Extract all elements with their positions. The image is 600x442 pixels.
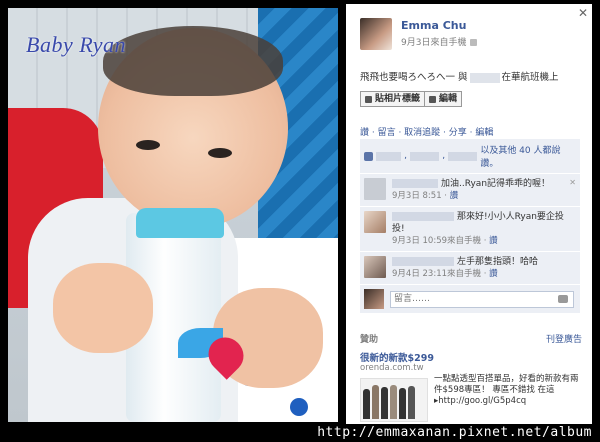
comment-body: 那來好!小小人Ryan要企投投! 9月3日 10:59來自手機 · 讚	[392, 211, 576, 247]
status-text: 飛飛也要喝ろへろへ一 與 在華航班機上	[360, 69, 559, 83]
photo-dot	[290, 398, 308, 416]
ad-image-figure	[363, 389, 370, 419]
comment-close-icon[interactable]: ✕	[569, 178, 576, 187]
own-avatar	[364, 289, 384, 309]
ad-image-figure	[372, 385, 379, 419]
privacy-icon[interactable]	[470, 39, 478, 46]
status-suffix: 在華航班機上	[501, 72, 559, 83]
ad-text[interactable]: 一點點透型百搭單品，好看的新款有兩件$598專區！ 專區不錯找 在這 ▸http…	[434, 374, 582, 407]
like-thumb-icon	[364, 151, 373, 161]
comment-meta: 9月3日 8:51 · 讚	[392, 191, 459, 201]
ad-image-figure	[390, 385, 397, 419]
lightbox-frame: Baby Ryan ✕ Emma Chu 9月3日來自手機 飛飛也要喝ろへろへ一…	[0, 0, 600, 442]
sponsored-header: 贊助 刊登廣告	[360, 332, 582, 345]
comment-like-link[interactable]: 讚	[450, 191, 459, 201]
liker-redacted[interactable]	[448, 151, 478, 161]
sponsored-label: 贊助	[360, 335, 379, 345]
post-panel: ✕ Emma Chu 9月3日來自手機 飛飛也要喝ろへろへ一 與 在華航班機上 貼…	[346, 4, 592, 424]
comment-time[interactable]: 9月3日 10:59來自手機	[392, 236, 481, 246]
comment-input[interactable]	[390, 290, 574, 308]
edit-button[interactable]: 編輯	[425, 91, 463, 107]
photo-baby-eye	[208, 148, 232, 158]
comment-body: 加油..Ryan記得乖乖的喔！ 9月3日 8:51 · 讚	[392, 178, 550, 202]
ad-image[interactable]	[360, 378, 428, 422]
photo-baby-eye	[136, 140, 160, 150]
ad-image-figure	[408, 386, 415, 419]
liker-redacted[interactable]	[375, 151, 402, 161]
tag-photo-label: 貼相片標籤	[375, 94, 421, 104]
tag-photo-button[interactable]: 貼相片標籤	[360, 91, 426, 107]
photo-baby-hand	[53, 263, 153, 353]
comment-like-link[interactable]: 讚	[489, 269, 498, 279]
edit-label: 編輯	[439, 94, 458, 104]
comment-time[interactable]: 9月3日 8:51	[392, 191, 442, 201]
post-timestamp[interactable]: 9月3日來自手機	[401, 38, 466, 48]
pencil-icon	[429, 95, 437, 103]
ad-url[interactable]: orenda.com.tw	[360, 363, 424, 373]
photo-title: Baby Ryan	[26, 32, 127, 57]
author-name[interactable]: Emma Chu	[401, 19, 466, 32]
photo-viewer[interactable]: Baby Ryan	[8, 8, 338, 422]
commenter-name-redacted[interactable]	[392, 179, 438, 188]
ad-image-figure	[381, 387, 388, 419]
commenter-name-redacted[interactable]	[392, 212, 454, 221]
comment-body: 左手那隻指頭！哈哈 9月4日 23:11來自手機 · 讚	[392, 256, 538, 280]
comment-meta: 9月4日 23:11來自手機 · 讚	[392, 269, 498, 279]
camera-icon[interactable]	[558, 295, 568, 303]
commenter-name-redacted[interactable]	[392, 257, 454, 266]
ad-title[interactable]: 很新的新款$299	[360, 350, 434, 364]
status-prefix: 飛飛也要喝ろへろへ一 與	[360, 72, 468, 83]
likes-summary[interactable]: , , 以及其他 40 人都說讚。	[360, 139, 580, 174]
commenter-avatar[interactable]	[364, 256, 386, 278]
comment-item: 加油..Ryan記得乖乖的喔！ 9月3日 8:51 · 讚 ✕	[360, 174, 580, 207]
tag-icon	[365, 95, 372, 103]
comments-box: , , 以及其他 40 人都說讚。 加油..Ryan記得乖乖的喔！ 9月3日 8…	[360, 139, 580, 313]
comment-text: 左手那隻指頭！哈哈	[457, 257, 539, 267]
commenter-avatar[interactable]	[364, 178, 386, 200]
post-meta: 9月3日來自手機	[401, 35, 478, 48]
tagged-friend-redacted[interactable]	[469, 72, 500, 83]
comment-composer	[360, 285, 580, 313]
sponsored-section: 贊助 刊登廣告 很新的新款$299 orenda.com.tw 一點點透型百搭單…	[360, 332, 582, 422]
comment-time[interactable]: 9月4日 23:11來自手機	[392, 269, 481, 279]
commenter-avatar[interactable]	[364, 211, 386, 233]
photo-baby-hair	[103, 26, 283, 96]
close-icon[interactable]: ✕	[578, 6, 588, 20]
create-ad-link[interactable]: 刊登廣告	[546, 332, 582, 345]
photo-actions: 貼相片標籤 編輯	[360, 91, 463, 107]
comment-item: 左手那隻指頭！哈哈 9月4日 23:11來自手機 · 讚	[360, 252, 580, 285]
likes-text: 以及其他 40 人都說讚。	[480, 146, 561, 169]
comment-like-link[interactable]: 讚	[489, 236, 498, 246]
liker-redacted[interactable]	[409, 151, 440, 161]
comment-item: 那來好!小小人Ryan要企投投! 9月3日 10:59來自手機 · 讚	[360, 207, 580, 252]
photo-bottle-cap	[136, 208, 224, 238]
ad-image-figure	[399, 388, 406, 419]
action-links[interactable]: 讚 · 留言 · 取消追蹤 · 分享 · 編輯	[360, 125, 493, 138]
comment-meta: 9月3日 10:59來自手機 · 讚	[392, 236, 498, 246]
comment-text: 加油..Ryan記得乖乖的喔！	[441, 179, 551, 189]
watermark-url: http://emmaxanan.pixnet.net/album	[317, 425, 592, 440]
avatar[interactable]	[360, 18, 392, 50]
